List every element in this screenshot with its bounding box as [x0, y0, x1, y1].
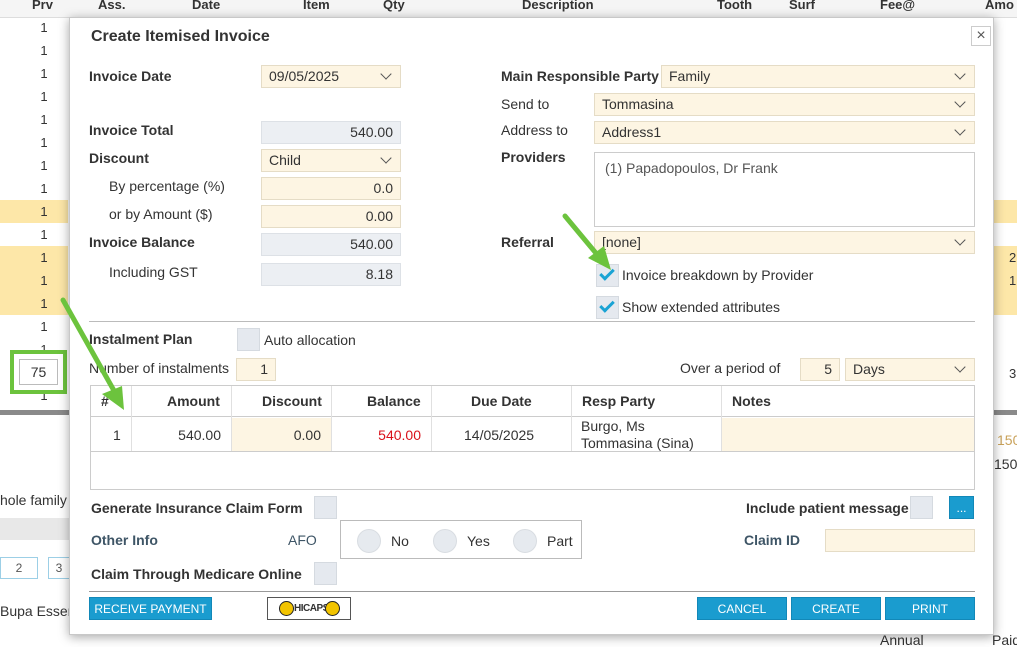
annotation-arrow-line — [562, 213, 603, 261]
annotation-arrow-head — [102, 386, 124, 410]
annotation-arrows — [60, 213, 611, 410]
screen: Prv Ass. Date Item Qty Description Tooth… — [0, 0, 1017, 647]
annotation-arrow-line — [60, 297, 120, 399]
